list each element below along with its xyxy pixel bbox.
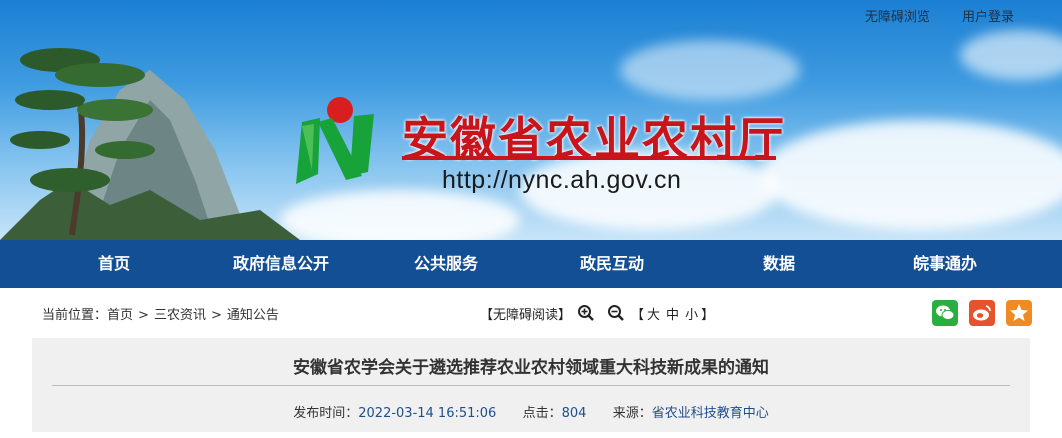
breadcrumb-home[interactable]: 首页	[107, 308, 133, 323]
cloud-decoration	[760, 120, 1062, 230]
font-size-bracket-open: 【	[631, 307, 645, 323]
font-size-bracket-close: 】	[701, 307, 715, 323]
publish-label: 发布时间：	[293, 406, 359, 421]
click-count: 804	[561, 406, 587, 421]
top-links: 无障碍浏览 用户登录	[837, 6, 1014, 25]
breadcrumb-sannong[interactable]: 三农资讯	[154, 308, 206, 323]
nav-item-interaction[interactable]: 政民互动	[580, 240, 644, 288]
nav-item-public-service[interactable]: 公共服务	[414, 240, 478, 288]
zoom-in-icon[interactable]	[577, 304, 595, 322]
accessibility-read-button[interactable]: 【无障碍阅读】	[480, 304, 571, 323]
nav-item-home[interactable]: 首页	[98, 240, 130, 288]
article-divider	[52, 385, 1010, 386]
favorite-icon[interactable]	[1006, 300, 1032, 326]
breadcrumb-notices[interactable]: 通知公告	[227, 308, 279, 323]
breadcrumb-separator: >	[210, 308, 222, 323]
mountain-pine-illustration	[0, 48, 300, 240]
breadcrumb-separator: >	[138, 308, 149, 323]
user-login-link[interactable]: 用户登录	[962, 10, 1014, 25]
source-label: 来源：	[612, 406, 652, 421]
cloud-decoration	[280, 190, 520, 240]
header-banner: 无障碍浏览 用户登录 安徽省农业农村厅 http://nync.ah.gov.c…	[0, 0, 1062, 240]
main-nav: 首页 政府信息公开 公共服务 政民互动 数据 皖事通办	[0, 240, 1062, 288]
cloud-decoration	[620, 40, 800, 100]
nav-item-wanshitong[interactable]: 皖事通办	[913, 240, 977, 288]
breadcrumb: 当前位置：首页 > 三农资讯 > 通知公告	[42, 304, 279, 323]
nav-item-data[interactable]: 数据	[763, 240, 795, 288]
title-underline	[402, 156, 776, 160]
accessibility-browse-link[interactable]: 无障碍浏览	[865, 10, 930, 25]
cloud-decoration	[960, 30, 1062, 80]
nav-item-gov-info[interactable]: 政府信息公开	[233, 240, 329, 288]
article-meta: 发布时间：2022-03-14 16:51:06 点击：804 来源：省农业科技…	[32, 402, 1030, 421]
site-url: http://nync.ah.gov.cn	[442, 166, 682, 194]
weibo-icon[interactable]	[969, 300, 995, 326]
wechat-icon[interactable]	[932, 300, 958, 326]
clicks-label: 点击：	[522, 406, 562, 421]
article-header: 安徽省农学会关于遴选推荐农业农村领域重大科技新成果的通知 发布时间：2022-0…	[32, 338, 1030, 432]
font-size-medium[interactable]: 中	[666, 304, 679, 323]
publish-time: 2022-03-14 16:51:06	[358, 406, 497, 421]
font-size-small[interactable]: 小	[685, 304, 698, 323]
article-title: 安徽省农学会关于遴选推荐农业农村领域重大科技新成果的通知	[293, 358, 769, 378]
zoom-out-icon[interactable]	[607, 304, 625, 322]
font-size-large[interactable]: 大	[647, 304, 660, 323]
reading-tools: 【无障碍阅读】 【 大 中 小 】	[480, 302, 714, 324]
breadcrumb-prefix: 当前位置：	[42, 308, 108, 323]
agriculture-logo-icon	[296, 97, 374, 184]
article-source: 省农业科技教育中心	[651, 406, 769, 421]
